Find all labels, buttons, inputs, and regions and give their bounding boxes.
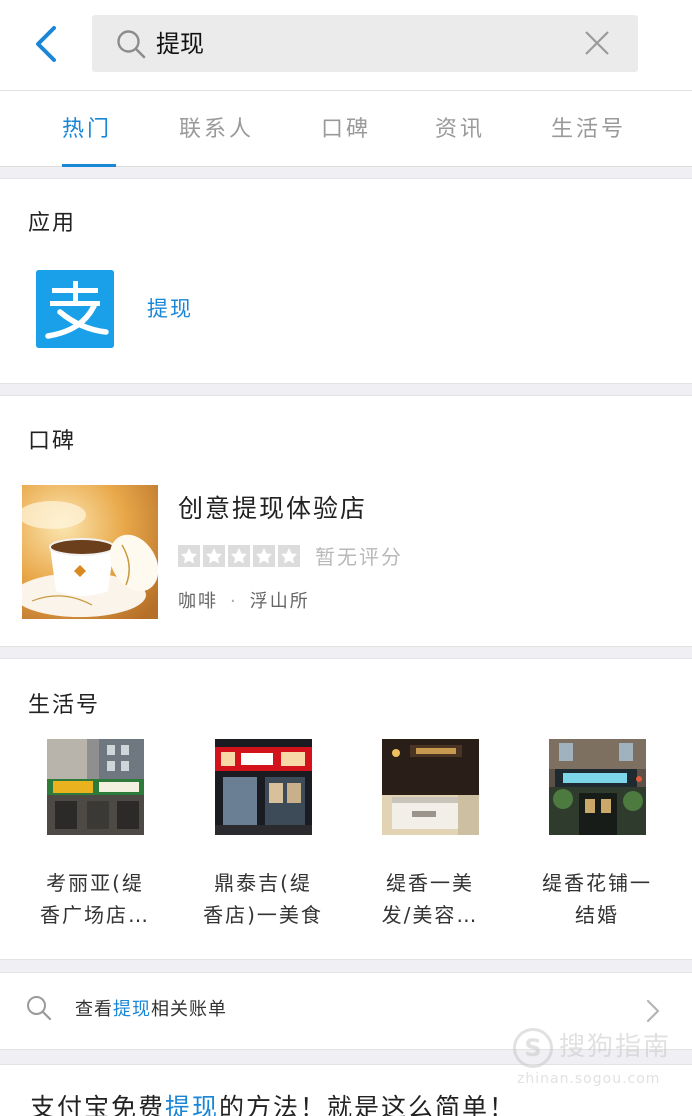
shop-category: 咖啡 [178,591,218,612]
watermark-text: 搜狗指南 [559,1032,672,1062]
chevron-right-icon [644,998,662,1024]
sogou-logo-icon: S [513,1028,553,1068]
tab-news[interactable]: 资讯 [435,115,485,145]
search-header: 提现 [0,0,692,90]
koubei-section-title: 口碑 [28,429,77,454]
search-icon [116,29,146,59]
highlight-keyword: 提现 [113,999,151,1020]
tab-life-accounts[interactable]: 生活号 [551,115,626,145]
life-account-name: 缇香一美 发/美容… [381,871,479,927]
tab-hot[interactable]: 热门 [62,115,112,145]
shop-name[interactable]: 创意提现体验店 [178,492,367,526]
alipay-logo-icon[interactable] [36,270,114,348]
apps-section-title: 应用 [28,211,77,236]
life-account-thumbnail [47,739,144,835]
back-arrow-icon[interactable] [28,22,68,66]
watermark-domain: zhinan.sogou.com [517,1071,661,1087]
life-account-item[interactable]: 缇香花铺一 结婚 [522,739,672,939]
search-input[interactable]: 提现 [92,15,638,72]
rating-stars [178,545,300,567]
rating-text: 暂无评分 [315,545,403,569]
tab-contacts[interactable]: 联系人 [179,115,254,145]
life-account-item[interactable]: 缇香一美 发/美容… [355,739,505,939]
clear-icon[interactable] [584,30,610,56]
tab-koubei[interactable]: 口碑 [321,115,371,145]
bill-row-text: 查看提现相关账单 [75,999,227,1020]
life-account-thumbnail [549,739,646,835]
search-tabs: 热门 联系人 口碑 资讯 生活号 [0,90,692,167]
life-account-name: 鼎泰吉(缇 香店)一美食 [203,871,323,927]
search-icon [26,995,52,1021]
shop-photo[interactable] [22,485,158,619]
highlight-keyword: 提现 [165,1093,220,1116]
life-account-thumbnail [215,739,312,835]
active-tab-indicator [62,164,116,167]
koubei-section: 口碑 创意提现体验店 暂无评分 咖啡 · 浮山所 [0,395,692,647]
meta-separator: · [230,591,238,612]
life-account-item[interactable]: 鼎泰吉(缇 香店)一美食 [188,739,338,939]
life-account-thumbnail [382,739,479,835]
shop-meta: 咖啡 · 浮山所 [178,588,310,616]
life-section-title: 生活号 [28,693,101,718]
life-account-name: 缇香花铺一 结婚 [542,871,652,927]
life-account-item[interactable]: 考丽亚(缇 香广场店… [20,739,170,939]
app-name-link[interactable]: 提现 [147,294,193,324]
life-accounts-section: 生活号 考丽亚(缇 香广场店… 鼎泰吉(缇 香店)一美食 缇香一美 发/美容… … [0,658,692,960]
article-title: 支付宝免费提现的方法！就是这么简单！ [30,1091,516,1116]
shop-area: 浮山所 [249,591,310,612]
sogou-watermark: S 搜狗指南 zhinan.sogou.com [513,1026,673,1092]
apps-section: 应用 提现 [0,178,692,384]
search-query[interactable]: 提现 [156,28,204,60]
life-account-name: 考丽亚(缇 香广场店… [40,871,150,927]
